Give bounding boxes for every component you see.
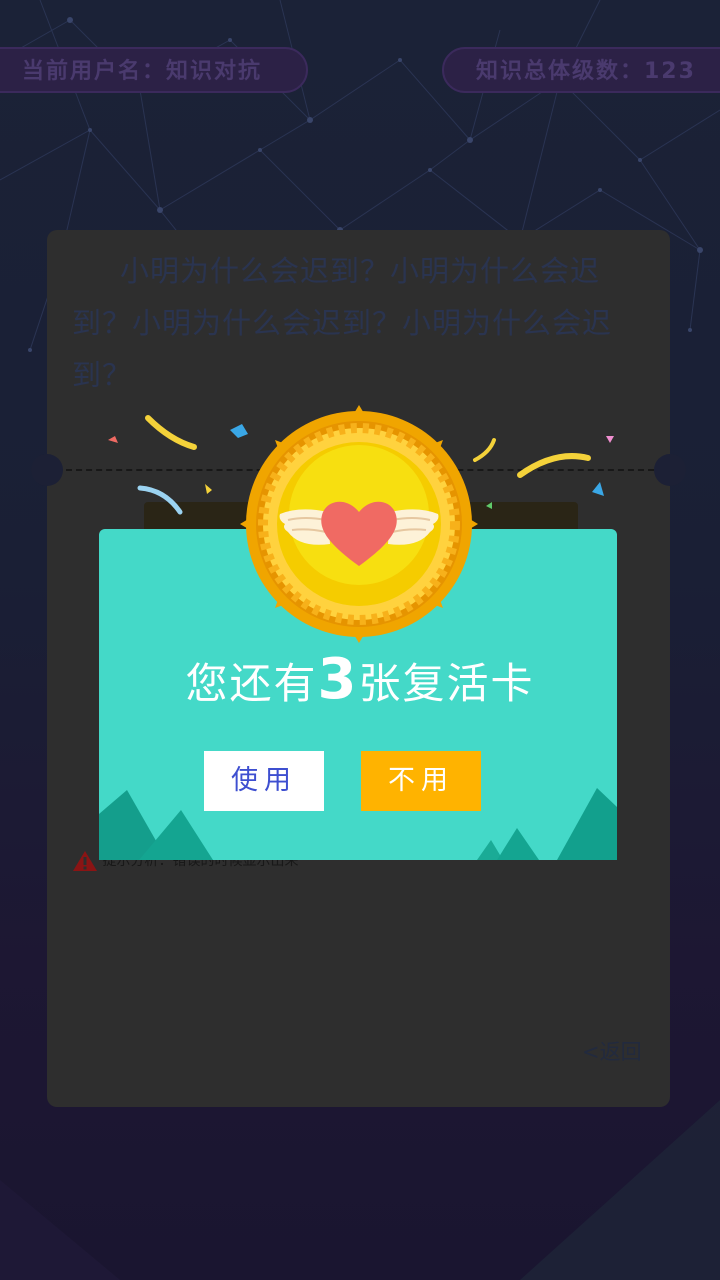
title-suffix: 张复活卡 [358, 659, 535, 708]
title-prefix: 您还有 [185, 659, 318, 708]
revive-dialog-title: 您还有3张复活卡 [0, 650, 720, 714]
revive-card-count: 3 [317, 647, 359, 712]
use-button[interactable]: 使用 [204, 751, 324, 811]
warning-icon [73, 851, 97, 871]
back-link[interactable]: <返回 [582, 1036, 642, 1066]
confetti-and-medal [108, 405, 614, 643]
no-use-button[interactable]: 不用 [361, 751, 481, 811]
heart-wings-medal-icon [240, 405, 478, 643]
